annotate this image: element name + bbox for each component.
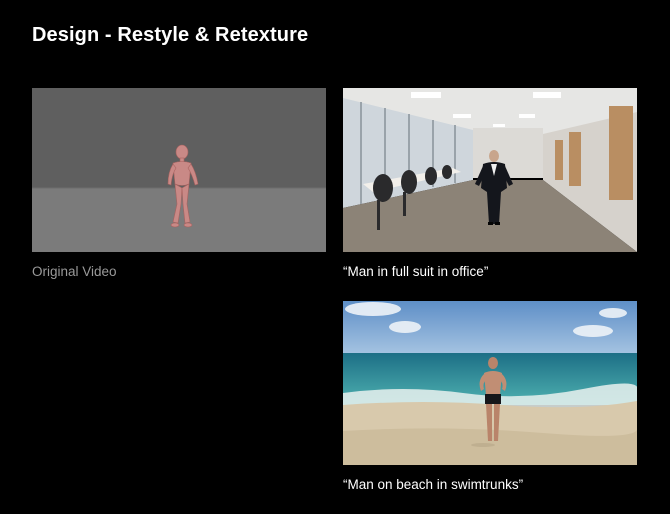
office-video-frame [343,88,637,252]
beach-caption: “Man on beach in swimtrunks” [343,477,524,492]
mannequin-image [32,88,326,252]
original-video-frame [32,88,326,252]
office-caption: “Man in full suit in office” [343,264,489,279]
office-image [343,88,637,252]
beach-image [343,301,637,465]
original-video-caption: Original Video [32,264,117,279]
page-title: Design - Restyle & Retexture [32,24,309,46]
beach-video-frame [343,301,637,465]
